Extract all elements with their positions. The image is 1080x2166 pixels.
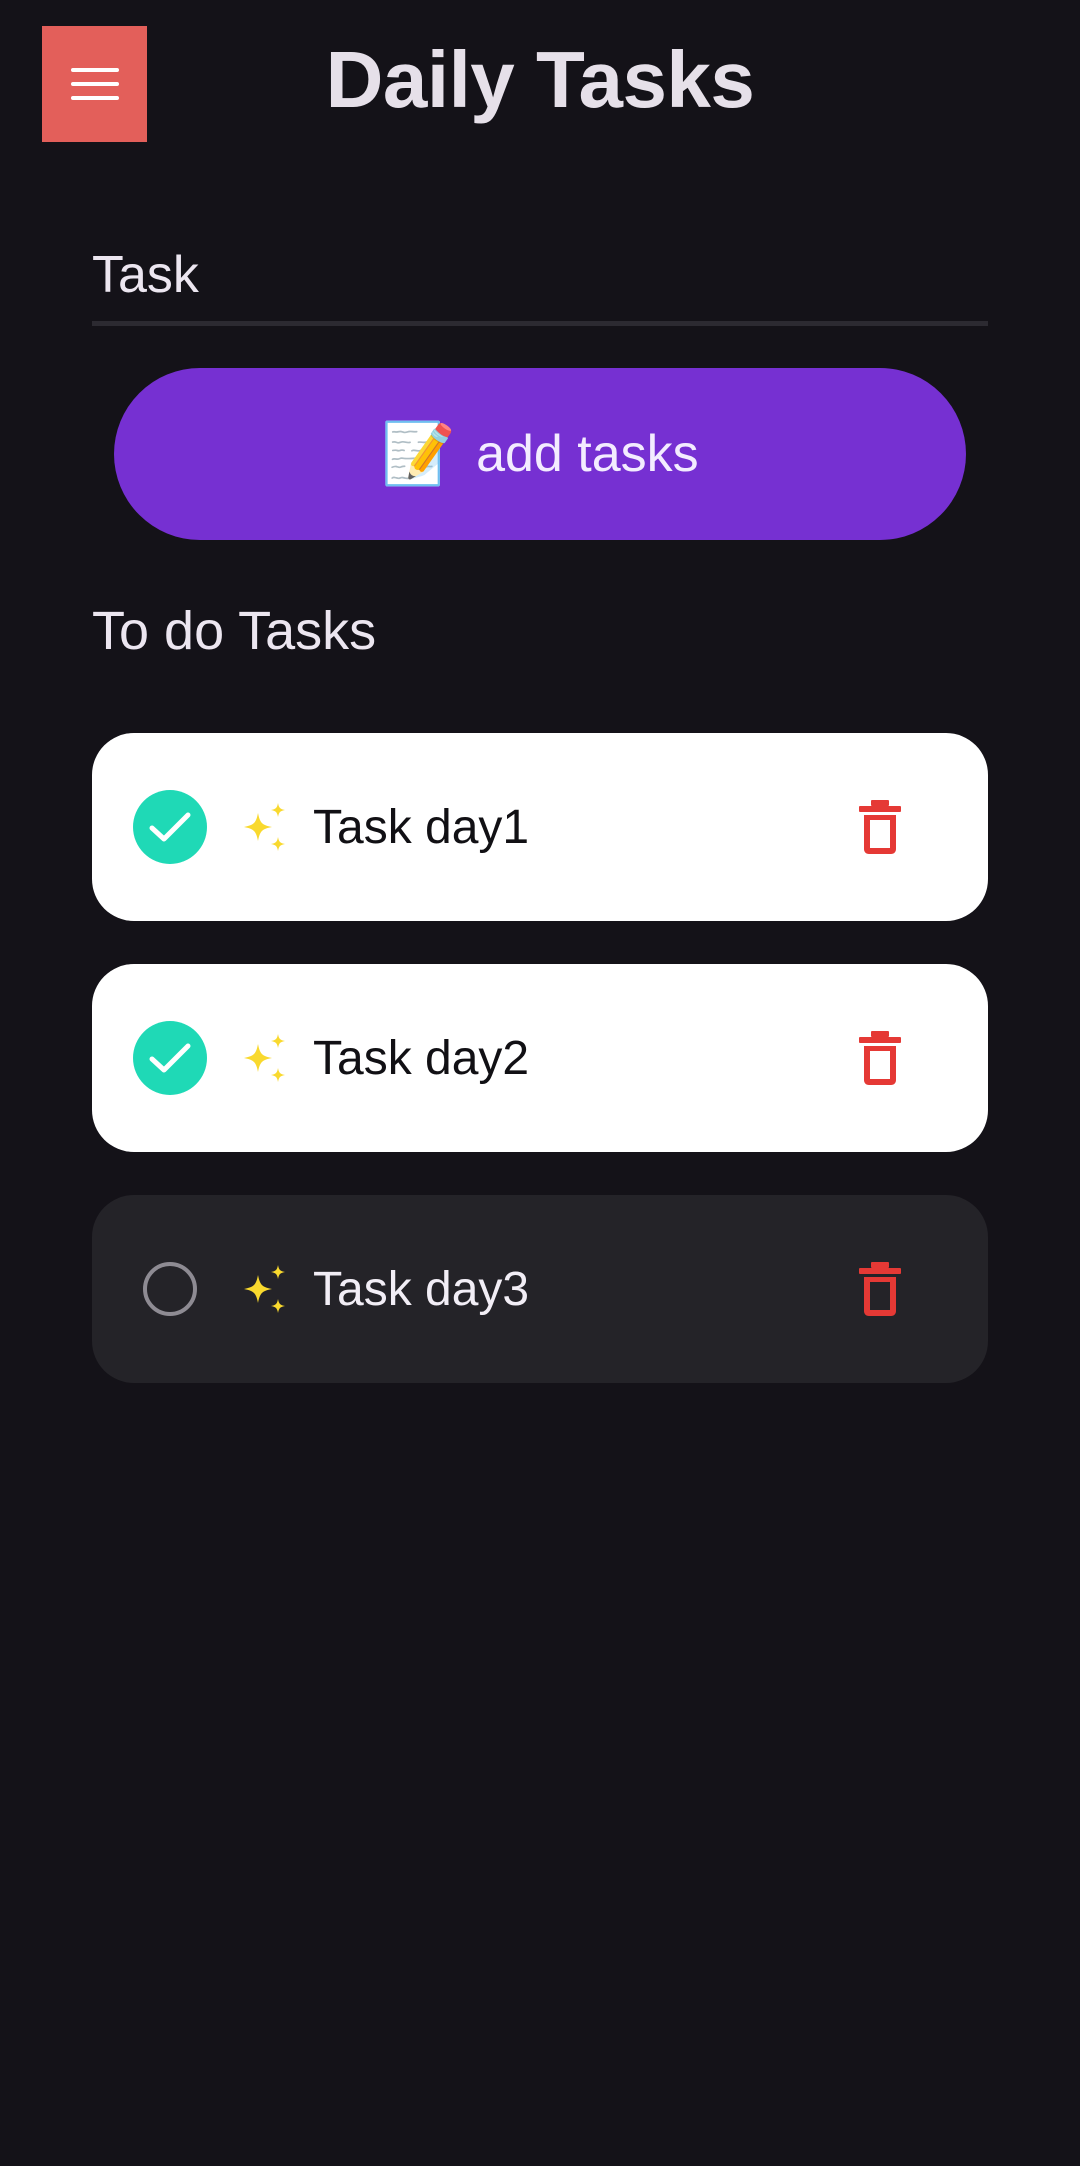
task-card: Task day1 bbox=[92, 733, 988, 921]
section-heading: To do Tasks bbox=[92, 601, 377, 661]
task-label: Task day3 bbox=[313, 1262, 530, 1316]
task-input[interactable] bbox=[92, 228, 988, 326]
task-card: Task day3 bbox=[92, 1195, 988, 1383]
delete-icon[interactable] bbox=[858, 799, 902, 855]
page-title: Daily Tasks bbox=[325, 35, 755, 124]
sparkles-icon bbox=[244, 803, 285, 851]
task-label: Task day2 bbox=[313, 1031, 530, 1085]
add-tasks-button[interactable]: 📝 add tasks bbox=[114, 368, 966, 540]
delete-icon[interactable] bbox=[858, 1261, 902, 1317]
task-checkbox-checked[interactable] bbox=[133, 1021, 207, 1095]
memo-icon: 📝 bbox=[381, 420, 457, 487]
task-list: Task day1 Task day2 Task day3 bbox=[92, 733, 988, 1426]
task-label: Task day1 bbox=[313, 800, 530, 854]
checkmark-icon bbox=[149, 812, 191, 842]
sparkles-icon bbox=[244, 1265, 285, 1313]
add-tasks-label: add tasks bbox=[476, 425, 699, 483]
app-screen: Daily Tasks 📝 add tasks To do Tasks Task… bbox=[0, 0, 1080, 2166]
task-checkbox-unchecked[interactable] bbox=[143, 1262, 197, 1316]
delete-icon[interactable] bbox=[858, 1030, 902, 1086]
sparkles-icon bbox=[244, 1034, 285, 1082]
task-checkbox-checked[interactable] bbox=[133, 790, 207, 864]
task-card: Task day2 bbox=[92, 964, 988, 1152]
checkmark-icon bbox=[149, 1043, 191, 1073]
